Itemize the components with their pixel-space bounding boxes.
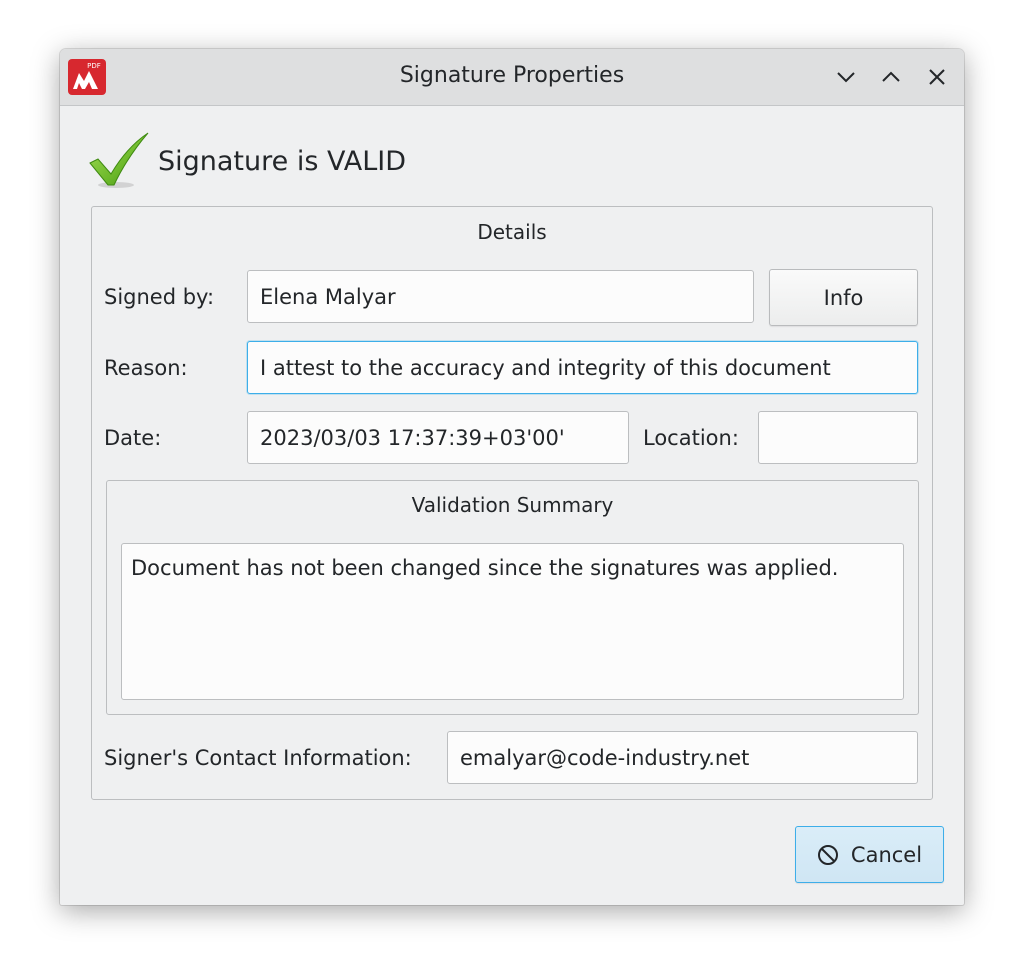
contact-field[interactable]: emalyar@code-industry.net [447,731,918,784]
title-bar[interactable]: PDF Signature Properties [60,49,964,106]
signature-status-text: Signature is VALID [158,146,406,177]
reason-value: I attest to the accuracy and integrity o… [260,355,831,380]
details-group-title: Details [477,220,547,244]
info-button-label: Info [823,285,864,310]
signed-by-label: Signed by: [104,285,215,309]
cancel-button[interactable]: Cancel [795,826,944,883]
date-label: Date: [104,426,162,450]
cancel-icon [817,844,838,865]
check-icon [88,131,150,189]
maximize-button[interactable] [877,63,905,91]
reason-field[interactable]: I attest to the accuracy and integrity o… [247,341,918,394]
close-button[interactable] [923,63,951,91]
date-field[interactable]: 2023/03/03 17:37:39+03'00' [247,411,629,464]
validation-summary-group: Validation Summary Document has not been… [106,480,919,715]
chevron-up-icon [882,71,900,82]
window-title: Signature Properties [399,63,625,88]
validation-summary-text[interactable]: Document has not been changed since the … [121,543,904,700]
contact-value: emalyar@code-industry.net [460,745,750,770]
chevron-down-icon [837,72,855,83]
validation-summary-value: Document has not been changed since the … [131,556,839,580]
reason-label: Reason: [104,356,188,380]
location-field[interactable] [758,411,918,464]
minimize-button[interactable] [832,63,860,91]
signed-by-field[interactable]: Elena Malyar [247,270,754,323]
details-group: Details Signed by: Elena Malyar Info Rea… [91,206,933,800]
signature-properties-dialog: PDF Signature Properties Signature is VA… [60,49,964,905]
date-value: 2023/03/03 17:37:39+03'00' [260,425,565,450]
contact-label: Signer's Contact Information: [104,746,412,770]
signed-by-value: Elena Malyar [260,284,396,309]
close-icon [929,69,945,85]
cancel-button-label: Cancel [850,842,923,867]
location-label: Location: [643,426,739,450]
validation-summary-title: Validation Summary [411,493,614,517]
info-button[interactable]: Info [769,269,918,326]
